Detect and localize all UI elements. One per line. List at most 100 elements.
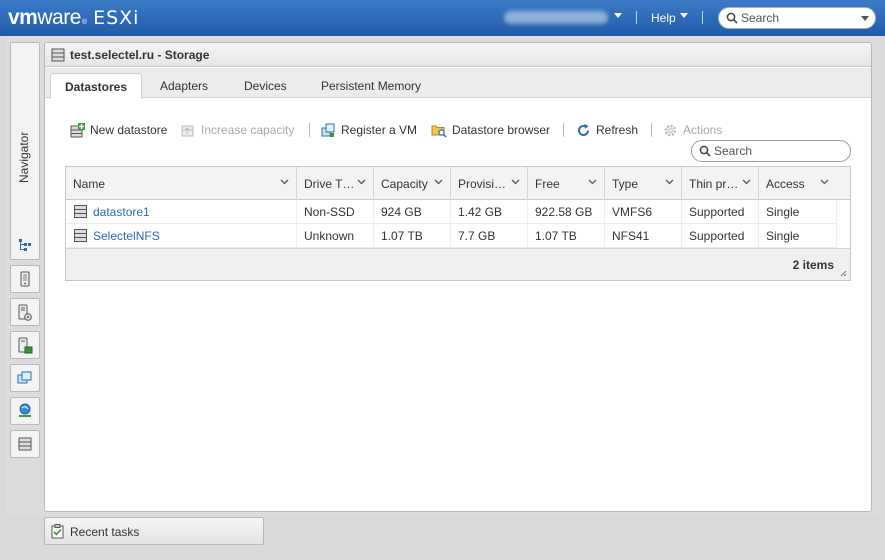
chevron-down-icon[interactable]: [434, 179, 443, 185]
datastore-icon: [74, 229, 87, 242]
free-cell: 1.07 TB: [528, 224, 605, 248]
resize-grip-icon[interactable]: [840, 270, 847, 277]
register-vm-icon: [321, 123, 335, 137]
top-bar: vm ware ® ESXi Help Search: [0, 0, 885, 36]
chevron-down-icon[interactable]: [665, 179, 674, 185]
global-search[interactable]: Search: [718, 7, 876, 29]
refresh-icon: [578, 123, 589, 136]
provisioned-cell: 7.7 GB: [451, 224, 528, 248]
capacity-cell: 924 GB: [374, 200, 451, 224]
table-row[interactable]: SelectelNFS Unknown 1.07 TB 7.7 GB 1.07 …: [66, 224, 836, 248]
brand-ware: ware: [37, 6, 81, 29]
datastore-browser-label: Datastore browser: [452, 123, 551, 137]
register-vm-label: Register a VM: [341, 123, 418, 137]
datastore-link[interactable]: datastore1: [93, 205, 150, 219]
tab-devices[interactable]: Devices: [230, 74, 301, 98]
table-scrollbar[interactable]: [836, 200, 850, 248]
brand-vm: vm: [8, 6, 38, 29]
column-drive-type[interactable]: Drive T…: [297, 167, 374, 200]
nav-vms-button[interactable]: [10, 364, 40, 392]
vmware-esxi-logo[interactable]: vm ware ® ESXi: [8, 6, 139, 30]
refresh-label: Refresh: [596, 123, 639, 137]
table-row[interactable]: datastore1 Non-SSD 924 GB 1.42 GB 922.58…: [66, 200, 836, 224]
type-cell: VMFS6: [605, 200, 682, 224]
recent-tasks-label: Recent tasks: [70, 525, 140, 539]
chevron-down-icon[interactable]: [357, 179, 366, 185]
column-capacity[interactable]: Capacity: [374, 167, 451, 200]
new-datastore-button[interactable]: New datastore: [70, 121, 167, 139]
nav-manage-button[interactable]: [10, 298, 40, 326]
help-menu[interactable]: Help: [651, 11, 676, 25]
thin-provisioning-cell: Supported: [682, 224, 759, 248]
column-provisioned[interactable]: Provisi…: [451, 167, 528, 200]
gear-icon: [664, 124, 677, 136]
drive-type-cell: Non-SSD: [297, 200, 374, 224]
datastore-browser-button[interactable]: Datastore browser: [431, 121, 550, 139]
chevron-down-icon[interactable]: [820, 179, 829, 185]
search-icon: [726, 12, 738, 24]
chevron-down-icon[interactable]: [588, 179, 597, 185]
navigator-toggle[interactable]: Navigator: [10, 42, 40, 260]
search-icon: [699, 145, 711, 157]
increase-capacity-icon: [181, 125, 194, 136]
nav-storage-button[interactable]: [10, 430, 40, 458]
navigator-label: Navigator: [17, 131, 31, 183]
column-free[interactable]: Free: [528, 167, 605, 200]
folder-search-icon: [431, 125, 447, 138]
datastore-icon: [74, 205, 87, 218]
user-menu-caret-icon[interactable]: [614, 13, 622, 18]
register-vm-button[interactable]: Register a VM: [321, 121, 417, 139]
new-datastore-icon: [70, 122, 85, 137]
tab-datastores[interactable]: Datastores: [50, 73, 143, 99]
host-settings-icon: [18, 304, 32, 321]
capacity-cell: 1.07 TB: [374, 224, 451, 248]
chevron-down-icon[interactable]: [280, 179, 289, 185]
access-cell: Single: [766, 205, 800, 219]
search-dropdown-icon[interactable]: [861, 16, 869, 21]
thin-provisioning-cell: Supported: [682, 200, 759, 224]
tab-bar: Datastores Adapters Devices Persistent M…: [45, 68, 871, 99]
help-label: Help: [651, 11, 676, 25]
table-header: Name Drive T… Capacity Provisi… Free Typ…: [66, 167, 850, 200]
tab-persistent-memory[interactable]: Persistent Memory: [307, 74, 435, 98]
datastore-search[interactable]: Search: [691, 140, 851, 162]
new-datastore-label: New datastore: [90, 123, 168, 137]
recent-tasks-button[interactable]: Recent tasks: [44, 517, 264, 545]
chevron-down-icon[interactable]: [511, 179, 520, 185]
column-type[interactable]: Type: [605, 167, 682, 200]
datastore-name-cell[interactable]: datastore1: [66, 200, 297, 224]
storage-icon: [51, 48, 65, 62]
type-cell: NFS41: [605, 224, 682, 248]
nav-host-button[interactable]: [10, 265, 40, 293]
datastore-link[interactable]: SelectelNFS: [93, 229, 160, 243]
clipboard-icon: [51, 524, 64, 539]
help-caret-icon[interactable]: [680, 13, 688, 18]
user-menu[interactable]: [504, 11, 608, 24]
page-title: test.selectel.ru - Storage: [70, 48, 210, 62]
host-icon: [20, 271, 30, 287]
nav-networking-button[interactable]: [10, 397, 40, 425]
datastore-name-cell[interactable]: SelectelNFS: [66, 224, 297, 248]
increase-capacity-button[interactable]: Increase capacity: [181, 121, 294, 139]
host-monitor-icon: [18, 337, 33, 354]
tab-adapters[interactable]: Adapters: [146, 74, 222, 98]
item-count: 2 items: [792, 258, 834, 272]
actions-label: Actions: [683, 123, 723, 137]
chevron-down-icon[interactable]: [742, 179, 751, 185]
datastores-table: Name Drive T… Capacity Provisi… Free Typ…: [65, 166, 851, 281]
column-name[interactable]: Name: [66, 167, 297, 200]
column-thin-provisioning[interactable]: Thin pr…: [682, 167, 759, 200]
column-access[interactable]: Access: [759, 167, 836, 200]
drive-type-cell: Unknown: [297, 224, 374, 248]
table-footer: 2 items: [66, 248, 850, 280]
nav-monitor-button[interactable]: [10, 331, 40, 359]
access-cell: Single: [766, 229, 800, 243]
virtual-machines-icon: [17, 371, 32, 384]
brand-product: ESXi: [93, 7, 140, 29]
storage-icon: [18, 437, 32, 451]
increase-capacity-label: Increase capacity: [201, 123, 295, 137]
actions-button[interactable]: Actions: [663, 121, 722, 139]
panel-header: test.selectel.ru - Storage: [45, 43, 871, 67]
tree-icon: [19, 239, 31, 251]
refresh-button[interactable]: Refresh: [576, 121, 638, 139]
